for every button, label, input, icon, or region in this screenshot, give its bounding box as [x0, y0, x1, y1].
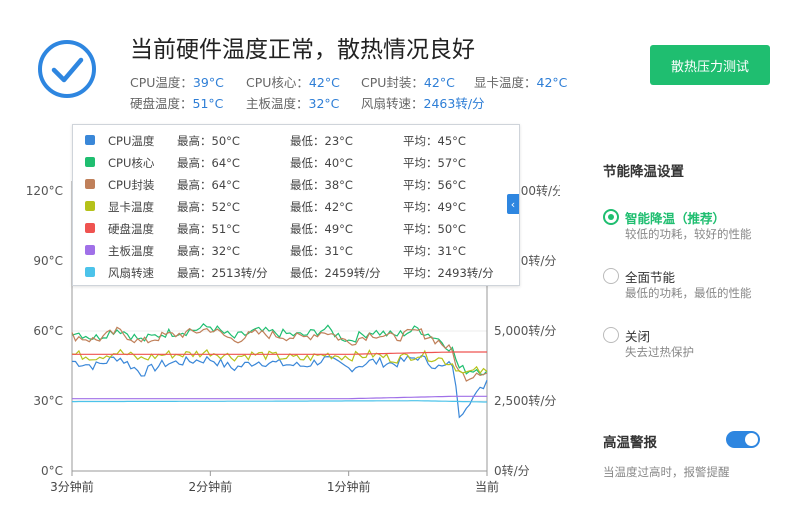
series-line	[72, 400, 487, 403]
legend-max: 最高：50°C	[177, 134, 240, 148]
status-ok-icon	[37, 39, 97, 99]
y-right-tick-label: 2,500转/分	[494, 393, 556, 408]
legend-name: CPU封装	[108, 178, 155, 192]
toggle-knob	[745, 433, 758, 446]
option-off[interactable]: 关闭 失去过热保护	[603, 327, 783, 361]
radio-smart-cooling[interactable]	[603, 209, 619, 225]
high-temp-alarm-title: 高温警报	[603, 435, 657, 451]
legend-name: 主板温度	[108, 244, 154, 258]
high-temp-alarm-desc: 当温度过高时，报警提醒	[603, 465, 730, 479]
legend-avg: 平均：31°C	[403, 244, 466, 258]
legend-name: 风扇转速	[108, 266, 154, 280]
legend-max: 最高：2513转/分	[177, 266, 268, 280]
metric-disk-temp: 硬盘温度：51°C	[130, 96, 224, 111]
y-left-tick-label: 60°C	[33, 324, 63, 338]
radio-full-saving[interactable]	[603, 268, 619, 284]
legend-swatch	[85, 179, 95, 189]
option-off-desc: 失去过热保护	[625, 345, 694, 359]
option-off-label: 关闭	[625, 329, 651, 344]
legend-swatch	[85, 201, 95, 211]
metric-gpu-temp: 显卡温度：42°C	[474, 75, 568, 90]
y-right-tick-label: 5,000转/分	[494, 323, 556, 338]
legend-min: 最低：31°C	[290, 244, 353, 258]
series-line	[72, 351, 487, 355]
legend-row: 风扇转速 最高：2513转/分 最低：2459转/分 平均：2493转/分	[73, 263, 519, 281]
legend-name: CPU温度	[108, 134, 155, 148]
high-temp-alarm-toggle[interactable]	[726, 431, 760, 448]
legend-swatch	[85, 157, 95, 167]
x-tick-label: 3分钟前	[50, 479, 94, 494]
metric-cpu-temp: CPU温度：39°C	[130, 75, 224, 90]
legend-swatch	[85, 267, 95, 277]
stress-test-button[interactable]: 散热压力测试	[650, 45, 770, 85]
metric-fan-speed: 风扇转速：2463转/分	[361, 96, 485, 111]
y-left-tick-label: 90°C	[33, 254, 63, 268]
option-smart-cooling[interactable]: 智能降温（推荐） 较低的功耗，较好的性能	[603, 209, 783, 243]
x-tick-label: 当前	[475, 479, 499, 494]
legend-row: CPU温度 最高：50°C 最低：23°C 平均：45°C	[73, 131, 519, 149]
legend-max: 最高：32°C	[177, 244, 240, 258]
legend-swatch	[85, 245, 95, 255]
legend-min: 最低：38°C	[290, 178, 353, 192]
legend-row: 硬盘温度 最高：51°C 最低：49°C 平均：50°C	[73, 219, 519, 237]
y-left-tick-label: 30°C	[33, 394, 63, 408]
y-left-tick-label: 120°C	[26, 184, 63, 198]
legend-swatch	[85, 223, 95, 233]
legend-max: 最高：64°C	[177, 156, 240, 170]
legend-name: 硬盘温度	[108, 222, 154, 236]
legend-max: 最高：52°C	[177, 200, 240, 214]
legend-row: 主板温度 最高：32°C 最低：31°C 平均：31°C	[73, 241, 519, 259]
legend-min: 最低：2459转/分	[290, 266, 381, 280]
metric-cpu-core: CPU核心：42°C	[246, 75, 340, 90]
option-smart-cooling-label: 智能降温（推荐）	[625, 211, 726, 226]
x-tick-label: 1分钟前	[327, 479, 371, 494]
legend-avg: 平均：57°C	[403, 156, 466, 170]
legend-min: 最低：49°C	[290, 222, 353, 236]
x-tick-label: 2分钟前	[189, 479, 233, 494]
legend-collapse-chevron-icon[interactable]: ‹	[507, 194, 519, 214]
legend-min: 最低：42°C	[290, 200, 353, 214]
legend-avg: 平均：50°C	[403, 222, 466, 236]
option-full-saving[interactable]: 全面节能 最低的功耗，最低的性能	[603, 268, 783, 302]
radio-off[interactable]	[603, 327, 619, 343]
y-right-tick-label: 0转/分	[494, 463, 530, 478]
option-smart-cooling-desc: 较低的功耗，较好的性能	[625, 227, 752, 241]
legend-min: 最低：23°C	[290, 134, 353, 148]
option-full-saving-desc: 最低的功耗，最低的性能	[625, 286, 752, 300]
legend-swatch	[85, 135, 95, 145]
series-line	[72, 395, 487, 400]
legend-avg: 平均：56°C	[403, 178, 466, 192]
status-headline: 当前硬件温度正常，散热情况良好	[130, 37, 475, 63]
energy-settings-title: 节能降温设置	[603, 164, 684, 180]
legend-name: CPU核心	[108, 156, 155, 170]
option-full-saving-label: 全面节能	[625, 270, 676, 285]
metric-board-temp: 主板温度：32°C	[246, 96, 340, 111]
chart-legend: CPU温度 最高：50°C 最低：23°C 平均：45°C CPU核心 最高：64°C 最低…	[72, 124, 520, 286]
y-left-tick-label: 0°C	[41, 464, 63, 478]
legend-row: 显卡温度 最高：52°C 最低：42°C 平均：49°C	[73, 197, 519, 215]
series-line	[71, 355, 488, 419]
legend-avg: 平均：45°C	[403, 134, 466, 148]
legend-row: CPU核心 最高：64°C 最低：40°C 平均：57°C	[73, 153, 519, 171]
legend-avg: 平均：2493转/分	[403, 266, 494, 280]
legend-avg: 平均：49°C	[403, 200, 466, 214]
legend-min: 最低：40°C	[290, 156, 353, 170]
legend-max: 最高：51°C	[177, 222, 240, 236]
legend-row: CPU封装 最高：64°C 最低：38°C 平均：56°C	[73, 175, 519, 193]
legend-max: 最高：64°C	[177, 178, 240, 192]
legend-name: 显卡温度	[108, 200, 154, 214]
metric-cpu-package: CPU封装：42°C	[361, 75, 455, 90]
